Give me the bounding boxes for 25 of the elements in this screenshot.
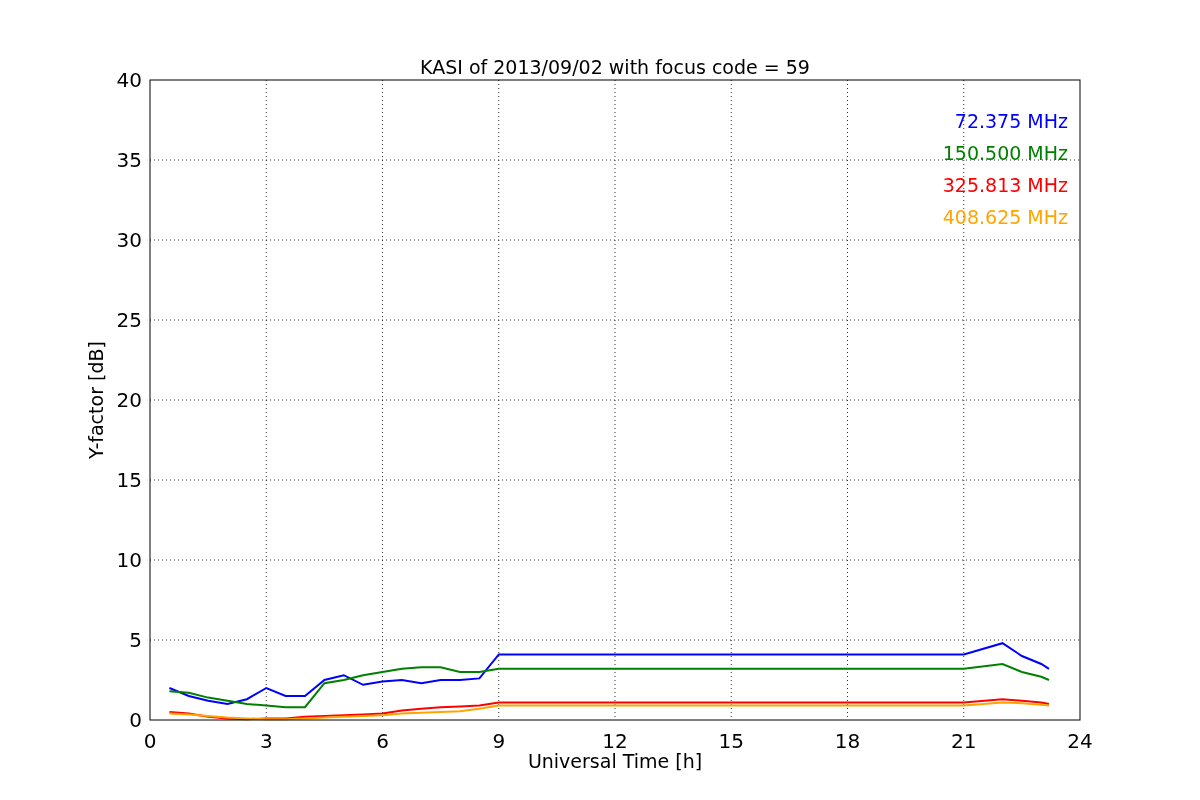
legend-label: 408.625 MHz <box>942 206 1068 228</box>
x-tick-label: 18 <box>834 729 861 753</box>
x-tick-label: 24 <box>1067 729 1093 753</box>
x-tick-label: 21 <box>951 729 977 753</box>
legend-label: 72.375 MHz <box>954 110 1068 132</box>
y-tick-label: 30 <box>116 228 142 252</box>
y-tick-label: 40 <box>116 68 142 92</box>
y-tick-label: 15 <box>116 468 142 492</box>
y-tick-label: 5 <box>129 628 142 652</box>
y-tick-label: 10 <box>116 548 142 572</box>
y-tick-label: 0 <box>129 708 142 732</box>
x-tick-label: 0 <box>143 729 157 753</box>
chart-title: KASI of 2013/09/02 with focus code = 59 <box>420 56 810 78</box>
x-tick-label: 9 <box>492 729 506 753</box>
y-tick-label: 35 <box>116 148 142 172</box>
x-tick-label: 12 <box>602 729 628 753</box>
y-tick-label: 20 <box>116 388 142 412</box>
legend-label: 150.500 MHz <box>942 142 1068 164</box>
x-tick-label: 15 <box>718 729 744 753</box>
x-tick-label: 6 <box>376 729 389 753</box>
legend-label: 325.813 MHz <box>942 174 1068 196</box>
x-axis-label: Universal Time [h] <box>527 750 703 772</box>
y-axis-label: Y-factor [dB] <box>85 341 107 459</box>
x-tick-label: 3 <box>259 729 273 753</box>
y-tick-label: 25 <box>116 308 142 332</box>
